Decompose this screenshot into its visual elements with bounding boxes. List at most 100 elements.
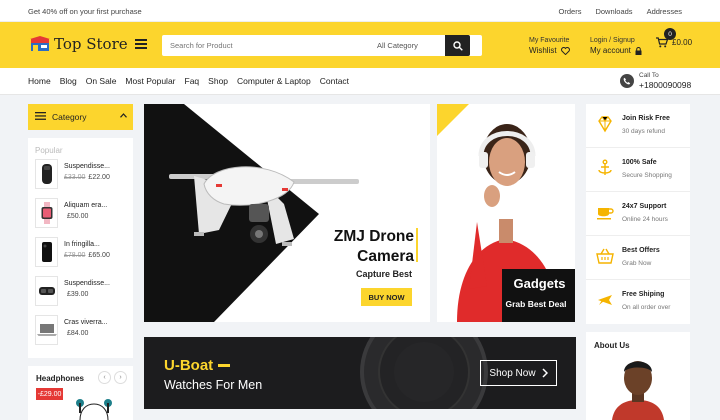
about-us-title: About Us [594, 341, 630, 350]
drone-title: ZMJ Drone Camera [334, 227, 414, 267]
favourite-label: My Favourite [529, 37, 570, 44]
feature-title: Free Shiping [622, 291, 665, 298]
chevron-up-icon [120, 113, 127, 120]
product-name: Aliquam era... [64, 202, 108, 209]
addresses-link[interactable]: Addresses [647, 7, 682, 16]
downloads-link[interactable]: Downloads [595, 7, 632, 16]
product-price: £50.00 [67, 213, 89, 220]
product-price: £84.00 [67, 330, 89, 337]
feature-item: Join Risk Free 30 days refund [586, 104, 690, 148]
call-block[interactable]: Call To +1800090098 [620, 71, 691, 90]
man-portrait-image [612, 361, 664, 420]
feature-item: Free Shiping On all order over [586, 280, 690, 324]
about-us-panel: About Us [586, 332, 690, 420]
feature-subtitle: Grab Now [622, 260, 652, 267]
orders-link[interactable]: Orders [559, 7, 582, 16]
cup-icon [597, 208, 614, 220]
list-icon [35, 112, 46, 122]
uboat-banner[interactable]: U-Boat Watches For Men Shop Now [144, 337, 576, 409]
chevron-right-icon[interactable]: › [114, 371, 127, 384]
search-input[interactable] [162, 35, 377, 56]
heart-icon [560, 47, 570, 55]
site-logo[interactable]: Top Store [30, 35, 128, 53]
category-dropdown[interactable]: Category [28, 104, 133, 130]
logo-text: Top Store [54, 35, 128, 53]
speaker-thumbnail [35, 159, 58, 189]
drone-banner[interactable]: ZMJ Drone Camera Capture Best BUY NOW [144, 104, 430, 322]
call-number: +1800090098 [639, 80, 692, 90]
feature-title: Best Offers [622, 247, 660, 254]
feature-subtitle: Online 24 hours [622, 216, 668, 223]
feature-subtitle: 30 days refund [622, 128, 666, 135]
main-nav: Home Blog On Sale Most Popular Faq Shop … [0, 68, 720, 95]
nav-faq[interactable]: Faq [185, 76, 200, 86]
wishlist-link[interactable]: My Favourite Wishlist [529, 36, 570, 56]
my-account-label: My account [590, 46, 631, 55]
product-price: £65.00 [88, 252, 110, 259]
uboat-title: U-Boat [164, 357, 214, 374]
search-category-select[interactable]: All Category [377, 41, 445, 50]
list-item[interactable]: In fringilla... £78.00 £65.00 [35, 237, 130, 267]
promo-text: Get 40% off on your first purchase [28, 7, 142, 16]
wishlist-label: Wishlist [529, 46, 557, 55]
nav-on-sale[interactable]: On Sale [86, 76, 117, 86]
product-name: Cras viverra... [64, 319, 108, 326]
nav-shop[interactable]: Shop [208, 76, 228, 86]
search-button[interactable] [445, 35, 470, 56]
feature-subtitle: Secure Shopping [622, 172, 672, 179]
lock-icon [635, 47, 642, 55]
drone-title-line1: ZMJ Drone [333, 228, 414, 245]
feature-title: Join Risk Free [622, 115, 670, 122]
feature-title: 100% Safe [622, 159, 657, 166]
features-panel: Join Risk Free 30 days refund 100% Safe … [586, 104, 690, 324]
product-name: Suspendisse... [64, 163, 110, 170]
cart-count-badge: 0 [664, 28, 676, 40]
nav-computer-laptop[interactable]: Computer & Laptop [237, 76, 311, 86]
smartwatch-thumbnail [35, 198, 58, 228]
feature-item: 24x7 Support Online 24 hours [586, 192, 690, 236]
earphones-image [76, 399, 112, 420]
list-item[interactable]: Suspendisse... £39.00 [35, 276, 130, 306]
cart-button[interactable]: 0 £0.00 [656, 28, 692, 48]
basket-icon [596, 248, 614, 264]
nav-contact[interactable]: Contact [320, 76, 349, 86]
menu-icon[interactable] [135, 39, 147, 49]
nav-blog[interactable]: Blog [60, 76, 77, 86]
headphones-title: Headphones [36, 374, 85, 383]
feature-subtitle: On all order over [622, 304, 671, 311]
gadgets-subtitle: Grab Best Deal [505, 299, 567, 309]
gadgets-title: Gadgets [513, 276, 566, 291]
chevron-left-icon[interactable]: ‹ [98, 371, 111, 384]
diamond-icon [598, 116, 612, 133]
product-old-price: £33.00 [64, 174, 86, 181]
account-link[interactable]: Login / Signup My account [590, 36, 642, 56]
popular-products: Popular Suspendisse... £33.00 £22.00 Aliq… [28, 138, 133, 358]
product-name: In fringilla... [64, 241, 100, 248]
product-name: Suspendisse... [64, 280, 110, 287]
nav-home[interactable]: Home [28, 76, 51, 86]
product-price: £22.00 [88, 174, 110, 181]
header: Top Store All Category My Favourite Wish… [0, 22, 720, 68]
list-item[interactable]: Aliquam era... £50.00 [35, 198, 130, 228]
chevron-right-icon [542, 368, 548, 378]
uboat-title-row: U-Boat [164, 357, 231, 374]
nav-most-popular[interactable]: Most Popular [125, 76, 175, 86]
laptop-thumbnail [35, 315, 58, 345]
gadgets-banner[interactable]: Gadgets Grab Best Deal [437, 104, 575, 322]
category-label: Category [52, 112, 87, 122]
phone-thumbnail [35, 237, 58, 267]
list-item[interactable]: Cras viverra... £84.00 [35, 315, 130, 345]
product-old-price: £78.00 [64, 252, 86, 259]
vr-headset-thumbnail [35, 276, 58, 306]
uboat-subtitle: Watches For Men [164, 378, 263, 392]
top-bar: Get 40% off on your first purchase Order… [0, 0, 720, 22]
buy-now-button[interactable]: BUY NOW [361, 288, 412, 306]
shop-now-label: Shop Now [489, 367, 536, 379]
product-price: £39.00 [67, 291, 89, 298]
shop-now-button[interactable]: Shop Now [480, 360, 557, 386]
feature-title: 24x7 Support [622, 203, 667, 210]
call-label: Call To [639, 72, 659, 79]
search-icon [452, 40, 463, 51]
login-label: Login / Signup [590, 37, 635, 44]
list-item[interactable]: Suspendisse... £33.00 £22.00 [35, 159, 130, 189]
